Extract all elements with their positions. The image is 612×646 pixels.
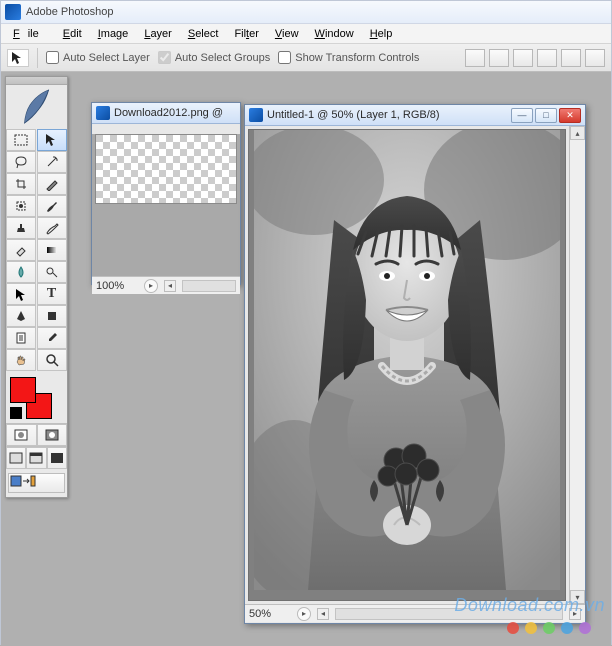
brush-tool[interactable] [37, 195, 67, 217]
photo-layer [254, 130, 560, 590]
document-window-2: Untitled-1 @ 50% (Layer 1, RGB/8) — □ ✕ [244, 104, 586, 624]
align-bottom-button[interactable] [513, 49, 533, 67]
gradient-tool[interactable] [37, 239, 67, 261]
vertical-scrollbar[interactable]: ▴ ▾ [569, 126, 585, 604]
menu-file[interactable]: File [5, 26, 55, 42]
zoom-popup-icon[interactable]: ▸ [144, 279, 158, 293]
watermark-dots [507, 622, 591, 634]
hand-tool[interactable] [6, 349, 36, 371]
app-icon [5, 4, 21, 20]
screen-mode-full-menubar[interactable] [26, 447, 46, 469]
scroll-up-button[interactable]: ▴ [570, 126, 585, 140]
dodge-tool[interactable] [37, 261, 67, 283]
marquee-tool[interactable] [6, 129, 36, 151]
close-button[interactable]: ✕ [559, 108, 581, 123]
document-2-title: Untitled-1 @ 50% (Layer 1, RGB/8) [267, 109, 440, 121]
titlebar: Adobe Photoshop [1, 1, 611, 24]
document-window-1: Download2012.png @ 100% ▸ ◂ [91, 102, 241, 285]
type-tool[interactable]: T [37, 283, 67, 305]
align-right-button[interactable] [585, 49, 605, 67]
path-select-tool[interactable] [6, 283, 36, 305]
show-transform-controls-checkbox[interactable]: Show Transform Controls [278, 51, 419, 64]
default-colors-icon[interactable] [10, 407, 22, 419]
menu-filter[interactable]: Filter [226, 26, 266, 42]
jump-to-imageready-button[interactable] [8, 473, 65, 493]
transparent-layer [95, 134, 237, 204]
notes-tool[interactable] [6, 327, 36, 349]
document-1-titlebar[interactable]: Download2012.png @ [92, 103, 240, 124]
toolbox-grip[interactable] [6, 77, 67, 85]
watermark-text: Download.com.vn [454, 595, 605, 616]
screen-mode-standard[interactable] [6, 447, 26, 469]
workspace: T [1, 72, 611, 646]
maximize-button[interactable]: □ [535, 108, 557, 123]
document-1-canvas[interactable] [92, 134, 240, 276]
menu-edit[interactable]: Edit [55, 26, 90, 42]
scroll-left-button[interactable]: ◂ [164, 280, 176, 292]
document-2-titlebar[interactable]: Untitled-1 @ 50% (Layer 1, RGB/8) — □ ✕ [245, 105, 585, 126]
horizontal-scrollbar[interactable] [182, 280, 236, 292]
color-swatches[interactable] [6, 371, 67, 423]
menubar: File Edit Image Layer Select Filter View… [1, 24, 611, 44]
eraser-tool[interactable] [6, 239, 36, 261]
zoom-level[interactable]: 50% [249, 608, 291, 620]
zoom-popup-icon[interactable]: ▸ [297, 607, 311, 621]
app-title: Adobe Photoshop [26, 6, 113, 18]
menu-view[interactable]: View [267, 26, 307, 42]
photoshop-feather-icon [6, 85, 67, 129]
foreground-color-swatch[interactable] [10, 377, 36, 403]
move-tool[interactable] [37, 129, 67, 151]
document-icon [96, 106, 110, 120]
eyedropper-tool[interactable] [37, 327, 67, 349]
zoom-level[interactable]: 100% [96, 280, 138, 292]
menu-help[interactable]: Help [362, 26, 401, 42]
auto-select-layer-checkbox[interactable]: Auto Select Layer [46, 51, 150, 64]
align-buttons [465, 49, 605, 67]
magic-wand-tool[interactable] [37, 151, 67, 173]
menu-select[interactable]: Select [180, 26, 227, 42]
separator [37, 48, 38, 68]
quickmask-mode-button[interactable] [37, 424, 68, 446]
screen-mode-full[interactable] [47, 447, 67, 469]
shape-tool[interactable] [37, 305, 67, 327]
document-icon [249, 108, 263, 122]
blur-tool[interactable] [6, 261, 36, 283]
menu-layer[interactable]: Layer [136, 26, 180, 42]
menu-window[interactable]: Window [307, 26, 362, 42]
document-1-title: Download2012.png @ [114, 107, 223, 119]
minimize-button[interactable]: — [511, 108, 533, 123]
auto-select-groups-checkbox[interactable]: Auto Select Groups [158, 51, 270, 64]
options-bar: Auto Select Layer Auto Select Groups Sho… [1, 44, 611, 72]
document-2-canvas[interactable] [248, 129, 566, 601]
align-hcenter-button[interactable] [561, 49, 581, 67]
zoom-tool[interactable] [37, 349, 67, 371]
move-tool-icon[interactable] [7, 49, 29, 67]
standard-mode-button[interactable] [6, 424, 37, 446]
crop-tool[interactable] [6, 173, 36, 195]
healing-brush-tool[interactable] [6, 195, 36, 217]
align-left-button[interactable] [537, 49, 557, 67]
pen-tool[interactable] [6, 305, 36, 327]
align-top-button[interactable] [465, 49, 485, 67]
menu-image[interactable]: Image [90, 26, 137, 42]
clone-stamp-tool[interactable] [6, 217, 36, 239]
slice-tool[interactable] [37, 173, 67, 195]
align-vcenter-button[interactable] [489, 49, 509, 67]
lasso-tool[interactable] [6, 151, 36, 173]
document-1-statusbar: 100% ▸ ◂ [92, 276, 240, 294]
toolbox: T [5, 76, 68, 498]
history-brush-tool[interactable] [37, 217, 67, 239]
scroll-left-button[interactable]: ◂ [317, 608, 329, 620]
